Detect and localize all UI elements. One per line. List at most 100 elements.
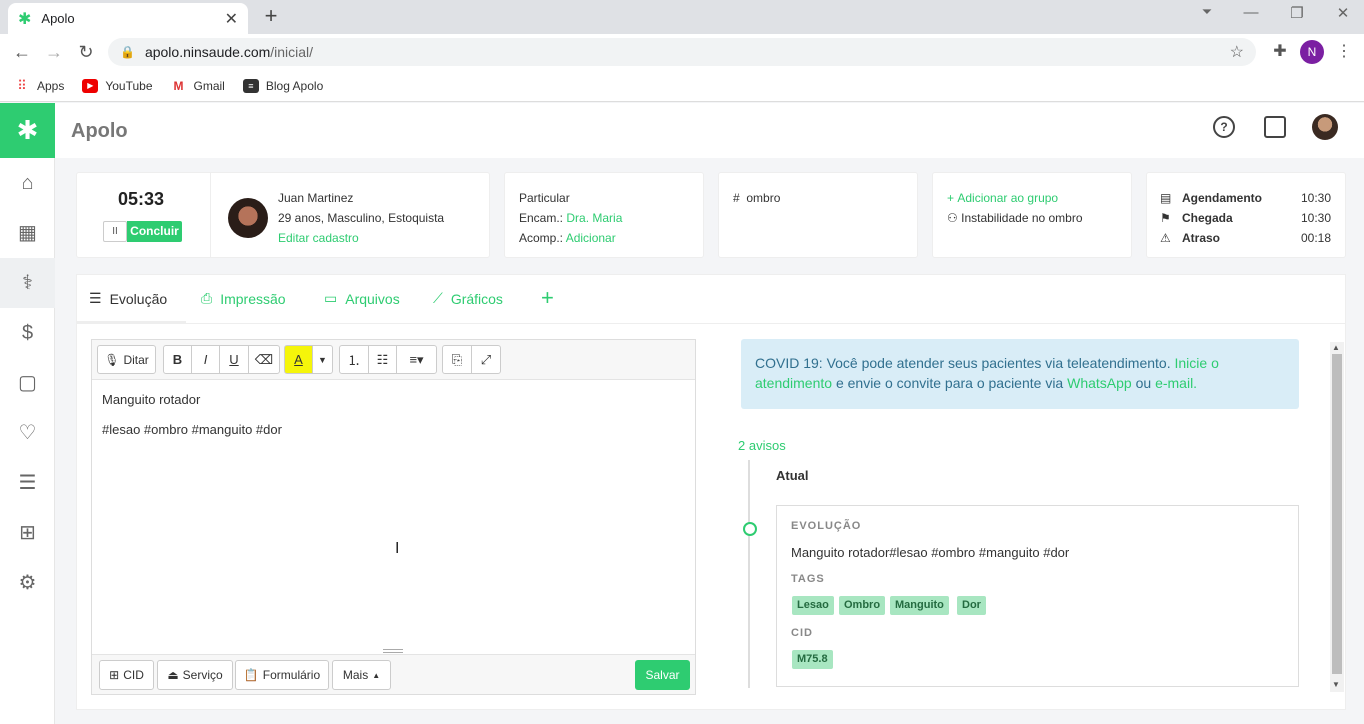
text-cursor-icon: Ι <box>395 540 400 557</box>
scroll-down-icon[interactable]: ▼ <box>1332 680 1340 689</box>
bold-button[interactable]: B <box>163 345 192 374</box>
template-icon[interactable]: ⎘ <box>442 345 472 374</box>
back-icon[interactable]: ← <box>10 40 34 64</box>
more-button[interactable]: Mais ▲ <box>332 660 391 690</box>
close-tab-icon[interactable]: ✕ <box>225 9 238 29</box>
tab-evolucao[interactable]: ☰ Evolução <box>89 290 167 307</box>
browser-menu-icon[interactable]: ⋮ <box>1332 40 1356 64</box>
conclude-button[interactable]: Concluir <box>127 221 182 242</box>
calendar-icon[interactable]: ▦ <box>0 208 55 258</box>
tag-row: # ombro <box>733 191 780 205</box>
profile-avatar[interactable]: N <box>1300 40 1324 64</box>
insurance-type: Particular <box>519 191 570 205</box>
italic-button[interactable]: I <box>191 345 220 374</box>
minimize-icon[interactable]: — <box>1238 4 1264 28</box>
clipboard-icon: 📋 <box>243 668 259 682</box>
help-icon[interactable]: ? <box>1213 116 1235 138</box>
add-to-group-link[interactable]: + Adicionar ao grupo <box>947 191 1058 205</box>
restore-icon[interactable]: ❐ <box>1284 4 1310 28</box>
finance-icon[interactable]: $ <box>0 308 55 358</box>
address-bar[interactable]: 🔒 apolo.ninsaude.com/inicial/ ☆ <box>108 38 1256 66</box>
tab-graficos[interactable]: ⟋ Gráficos <box>433 290 503 307</box>
edit-patient-link[interactable]: Editar cadastro <box>278 231 359 245</box>
dictate-button[interactable]: 🎙 Ditar <box>97 345 156 374</box>
user-avatar[interactable] <box>1312 114 1338 140</box>
tag-chip: Manguito <box>890 596 949 615</box>
dashboard-icon[interactable]: ⊞ <box>0 508 55 558</box>
tab-arquivos[interactable]: ▭ Arquivos <box>324 290 400 307</box>
arrival-label: Chegada <box>1182 211 1233 225</box>
forward-icon[interactable]: → <box>42 40 66 64</box>
tags-heading: TAGS <box>791 573 825 585</box>
delay-label: Atraso <box>1182 231 1221 245</box>
chart-icon: ⟋ <box>433 290 443 306</box>
close-window-icon[interactable]: ✕ <box>1330 4 1356 28</box>
form-button[interactable]: 📋 Formulário <box>235 660 329 690</box>
timeline-line <box>748 460 750 688</box>
shopping-bag-icon[interactable]: ▢ <box>0 358 55 408</box>
patient-details: 29 anos, Masculino, Estoquista <box>278 211 445 225</box>
extensions-icon[interactable]: ✚ <box>1268 40 1292 64</box>
bookmark-youtube[interactable]: ▶ YouTube <box>82 78 153 93</box>
cid-heading: CID <box>791 627 813 639</box>
home-icon[interactable]: ⌂ <box>0 158 55 208</box>
new-tab-icon[interactable]: + <box>260 5 282 27</box>
tab-search-icon[interactable]: ⏷ <box>1194 4 1220 28</box>
ordered-list-icon[interactable]: ⒈ <box>339 345 369 374</box>
bookmark-apps[interactable]: ⠿ Apps <box>14 78 64 93</box>
acomp-add-link[interactable]: Adicionar <box>566 231 616 245</box>
service-button[interactable]: ⏏ Serviço <box>157 660 233 690</box>
tag-ombro: ombro <box>746 191 781 205</box>
align-dropdown-icon[interactable]: ≡▾ <box>396 345 437 374</box>
acomp-row: Acomp.: Adicionar <box>519 231 616 245</box>
highlight-color-button[interactable]: A <box>284 345 313 374</box>
printer-icon: ⎙ <box>201 290 213 306</box>
whatsapp-link[interactable]: WhatsApp <box>1067 375 1132 391</box>
apolo-logo-icon[interactable]: ✱ <box>0 103 55 158</box>
hash-icon: # <box>733 191 740 205</box>
email-link[interactable]: e-mail. <box>1155 375 1197 391</box>
settings-gear-icon[interactable]: ⚙ <box>0 558 55 608</box>
underline-button[interactable]: U <box>219 345 249 374</box>
cid-icon: ⊞ <box>109 668 120 682</box>
highlight-dropdown-icon[interactable]: ▼ <box>312 345 333 374</box>
eraser-icon[interactable]: ⌫ <box>248 345 280 374</box>
blog-icon: ≡ <box>242 78 259 93</box>
chat-icon[interactable] <box>1264 116 1286 138</box>
bookmarks-bar: ⠿ Apps ▶ YouTube M Gmail ≡ Blog Apolo <box>0 70 1364 102</box>
scroll-up-icon[interactable]: ▲ <box>1332 343 1340 352</box>
bookmark-star-icon[interactable]: ☆ <box>1230 42 1244 62</box>
bullet-list-icon[interactable]: ☷ <box>368 345 397 374</box>
stethoscope-icon[interactable]: ⚕ <box>0 258 55 308</box>
list-icon: ☰ <box>89 290 102 306</box>
save-button[interactable]: Salvar <box>635 660 690 690</box>
calendar-small-icon: ▤ <box>1160 191 1172 205</box>
reload-icon[interactable]: ↻ <box>74 40 98 64</box>
microphone-icon: 🎙 <box>104 352 120 367</box>
resize-grip-icon[interactable] <box>383 649 403 653</box>
bookmark-blog-apolo[interactable]: ≡ Blog Apolo <box>242 78 323 93</box>
timeline-dot <box>743 522 757 536</box>
app-title: Apolo <box>71 120 128 142</box>
encam-link[interactable]: Dra. Maria <box>566 211 622 225</box>
flag-icon: ⚑ <box>1160 211 1171 225</box>
card-divider <box>210 172 211 258</box>
covid-alert: COVID 19: Você pode atender seus pacient… <box>741 339 1299 409</box>
scrollbar-thumb[interactable] <box>1332 354 1342 674</box>
bookmark-gmail[interactable]: M Gmail <box>171 79 225 93</box>
caret-up-icon: ▲ <box>372 670 381 680</box>
warnings-link[interactable]: 2 avisos <box>738 438 786 453</box>
tag-chip: Lesao <box>792 596 834 615</box>
reports-icon[interactable]: ☰ <box>0 458 55 508</box>
add-tab-icon[interactable]: + <box>541 285 554 311</box>
tab-impressao[interactable]: ⎙ Impressão <box>201 290 286 307</box>
group-icon: ⚇ <box>947 211 958 225</box>
patient-name: Juan Martinez <box>278 191 354 205</box>
pause-button[interactable]: II <box>103 221 127 242</box>
encam-row: Encam.: Dra. Maria <box>519 211 623 225</box>
cid-button[interactable]: ⊞ CID <box>99 660 154 690</box>
fullscreen-icon[interactable]: ⤢ <box>471 345 501 374</box>
heart-pulse-icon[interactable]: ♡ <box>0 408 55 458</box>
browser-tab[interactable]: ✱ Apolo ✕ <box>8 3 248 34</box>
editor-line-2: #lesao #ombro #manguito #dor <box>102 422 282 437</box>
